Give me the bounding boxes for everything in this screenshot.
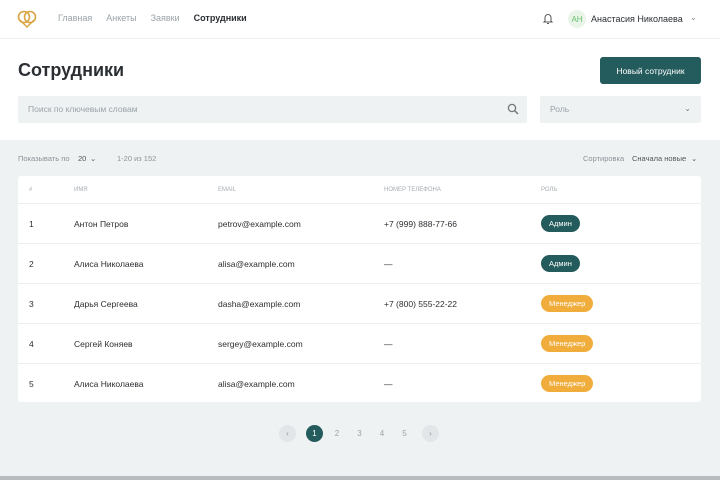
table-row[interactable]: 5 Алиса Николаева alisa@example.com — Менедж… <box>18 363 701 403</box>
nav-home[interactable]: Главная <box>58 13 92 23</box>
table-row[interactable]: 2 Алиса Николаева alisa@example.com — Админ <box>18 243 701 283</box>
role-badge: Админ <box>541 255 580 272</box>
search-input[interactable]: Поиск по ключевым словам <box>18 96 527 123</box>
col-number: # <box>29 186 33 193</box>
role-select[interactable]: Роль ⌄ <box>540 96 701 123</box>
page-4[interactable]: 4 <box>374 425 391 442</box>
per-page-select[interactable]: 20 <box>78 154 86 163</box>
sort-label: Сортировка <box>583 154 625 163</box>
role-badge: Менеджер <box>541 335 594 352</box>
chevron-down-icon[interactable]: ⌄ <box>90 154 96 163</box>
col-name: ИМЯ <box>74 186 88 193</box>
employee-name: Алиса Николаева <box>74 258 144 269</box>
row-number: 4 <box>29 338 34 349</box>
new-employee-button[interactable]: Новый сотрудник <box>600 57 701 84</box>
row-number: 1 <box>29 218 34 229</box>
table-row[interactable]: 3 Дарья Сергеева dasha@example.com +7 (800)… <box>18 283 701 323</box>
employee-name: Сергей Коняев <box>74 338 133 349</box>
prev-page-button[interactable]: ‹ <box>279 425 296 442</box>
range-text: 1-20 из 152 <box>117 154 157 163</box>
next-page-button[interactable]: › <box>422 425 439 442</box>
nav-requests[interactable]: Заявки <box>151 13 180 23</box>
table-row[interactable]: 1 Антон Петров petrov@example.com +7 (999) … <box>18 203 701 243</box>
employee-email: alisa@example.com <box>218 378 295 389</box>
row-number: 2 <box>29 258 34 269</box>
bottom-bar <box>0 476 720 480</box>
logo-icon[interactable] <box>17 9 37 29</box>
employee-name: Алиса Николаева <box>74 378 144 389</box>
employee-email: petrov@example.com <box>218 218 301 229</box>
row-number: 3 <box>29 298 34 309</box>
bell-icon[interactable] <box>542 12 554 25</box>
page-2[interactable]: 2 <box>329 425 346 442</box>
col-phone: НОМЕР ТЕЛЕФОНА <box>384 186 441 193</box>
employee-phone: — <box>384 258 393 269</box>
employee-email: sergey@example.com <box>218 338 303 349</box>
employee-name: Антон Петров <box>74 218 129 229</box>
employee-phone: — <box>384 338 393 349</box>
page-5[interactable]: 5 <box>396 425 413 442</box>
sort-select[interactable]: Сначала новые <box>632 154 686 163</box>
chevron-down-icon[interactable]: ⌄ <box>691 154 697 163</box>
chevron-down-icon[interactable]: ⌄ <box>690 13 697 22</box>
per-page-label: Показывать по <box>18 154 70 163</box>
page-3[interactable]: 3 <box>351 425 368 442</box>
search-placeholder: Поиск по ключевым словам <box>28 104 138 114</box>
col-role: РОЛЬ <box>541 186 558 193</box>
role-badge: Админ <box>541 215 580 232</box>
search-icon[interactable] <box>507 103 519 115</box>
role-badge: Менеджер <box>541 295 594 312</box>
employee-name: Дарья Сергеева <box>74 298 138 309</box>
employee-email: dasha@example.com <box>218 298 301 309</box>
user-name[interactable]: Анастасия Николаева <box>591 14 683 24</box>
employee-phone: +7 (800) 555-22-22 <box>384 298 458 309</box>
table-header: # ИМЯ EMAIL НОМЕР ТЕЛЕФОНА РОЛЬ <box>18 176 701 203</box>
employee-phone: — <box>384 378 393 389</box>
col-email: EMAIL <box>218 186 237 193</box>
row-number: 5 <box>29 378 34 389</box>
employees-table: # ИМЯ EMAIL НОМЕР ТЕЛЕФОНА РОЛЬ 1 Антон П… <box>18 176 701 402</box>
page-1[interactable]: 1 <box>306 425 323 442</box>
table-row[interactable]: 4 Сергей Коняев sergey@example.com — Менедже… <box>18 323 701 363</box>
role-badge: Менеджер <box>541 375 594 392</box>
nav-forms[interactable]: Анкеты <box>106 13 136 23</box>
role-placeholder: Роль <box>550 104 570 114</box>
employee-phone: +7 (999) 888-77-66 <box>384 218 458 229</box>
page-title: Сотрудники <box>18 60 125 80</box>
top-nav: Главная Анкеты Заявки Сотрудники АН Анас… <box>0 0 720 39</box>
nav-employees[interactable]: Сотрудники <box>194 13 247 23</box>
avatar[interactable]: АН <box>568 10 586 28</box>
chevron-down-icon: ⌄ <box>684 104 691 113</box>
employee-email: alisa@example.com <box>218 258 295 269</box>
